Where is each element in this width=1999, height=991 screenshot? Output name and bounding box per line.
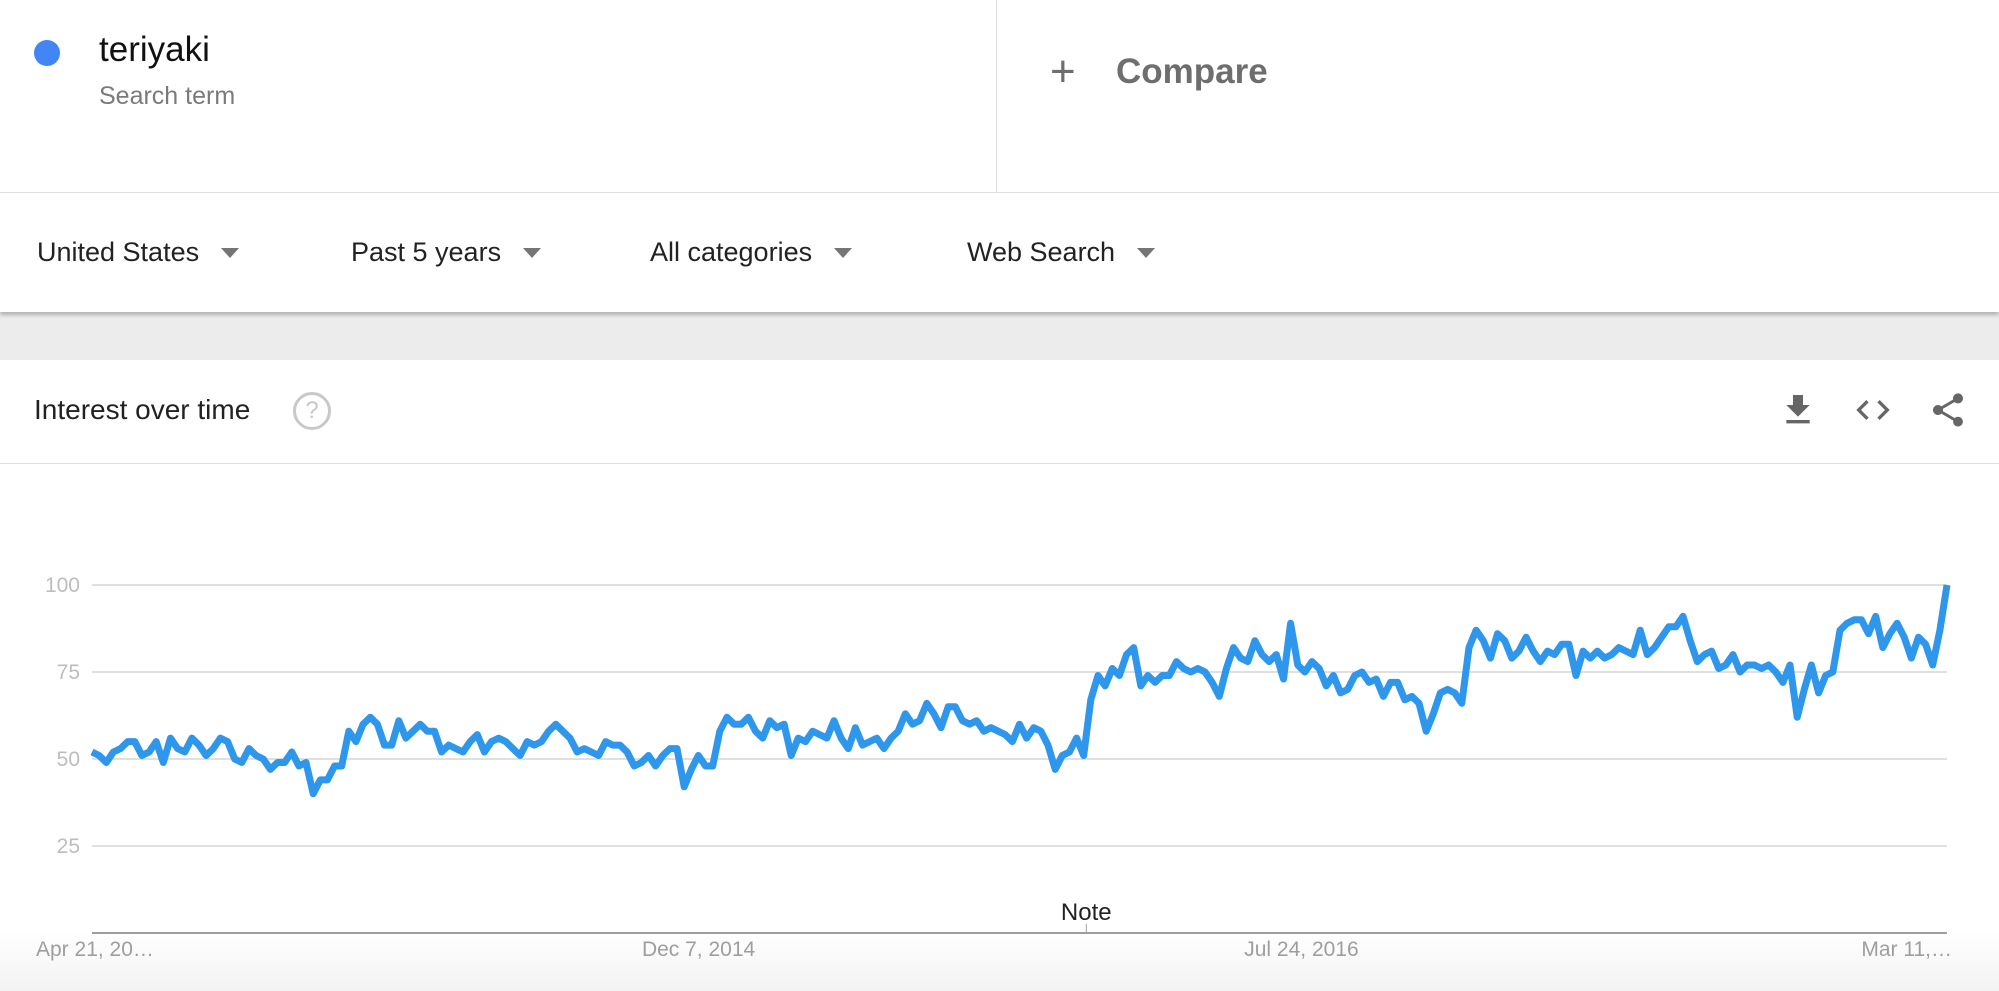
- filter-search-type-label: Web Search: [967, 237, 1116, 267]
- series-line-teriyaki[interactable]: [90, 584, 1951, 798]
- filter-category-dropdown[interactable]: All categories: [650, 237, 853, 268]
- y-tick-label: 100: [45, 574, 80, 597]
- chevron-down-icon: [834, 247, 853, 258]
- x-tick-label: Apr 21, 20…: [36, 938, 154, 961]
- y-tick-label: 75: [57, 661, 80, 684]
- filter-region-label: United States: [37, 237, 200, 267]
- chevron-down-icon: [1137, 247, 1156, 258]
- filter-region-dropdown[interactable]: United States: [37, 237, 240, 268]
- note-annotation[interactable]: Note: [1061, 899, 1112, 926]
- chevron-down-icon: [221, 247, 240, 258]
- interest-chart: 25 50 75 100 Note Apr 21, 20… Dec 7, 2014 Jul…: [36, 574, 1952, 961]
- y-tick-label: 50: [57, 748, 80, 771]
- filter-search-type-dropdown[interactable]: Web Search: [967, 237, 1156, 268]
- filter-bar: United States Past 5 years All categorie…: [0, 193, 1999, 312]
- filter-time-range-label: Past 5 years: [351, 237, 502, 267]
- filter-category-label: All categories: [650, 237, 813, 267]
- filter-time-range-dropdown[interactable]: Past 5 years: [351, 237, 542, 268]
- chevron-down-icon: [523, 247, 542, 258]
- x-tick-label: Mar 11,…: [1861, 938, 1952, 961]
- y-tick-label: 25: [57, 835, 80, 858]
- x-tick-label: Dec 7, 2014: [642, 938, 756, 961]
- x-tick-label: Jul 24, 2016: [1244, 938, 1358, 961]
